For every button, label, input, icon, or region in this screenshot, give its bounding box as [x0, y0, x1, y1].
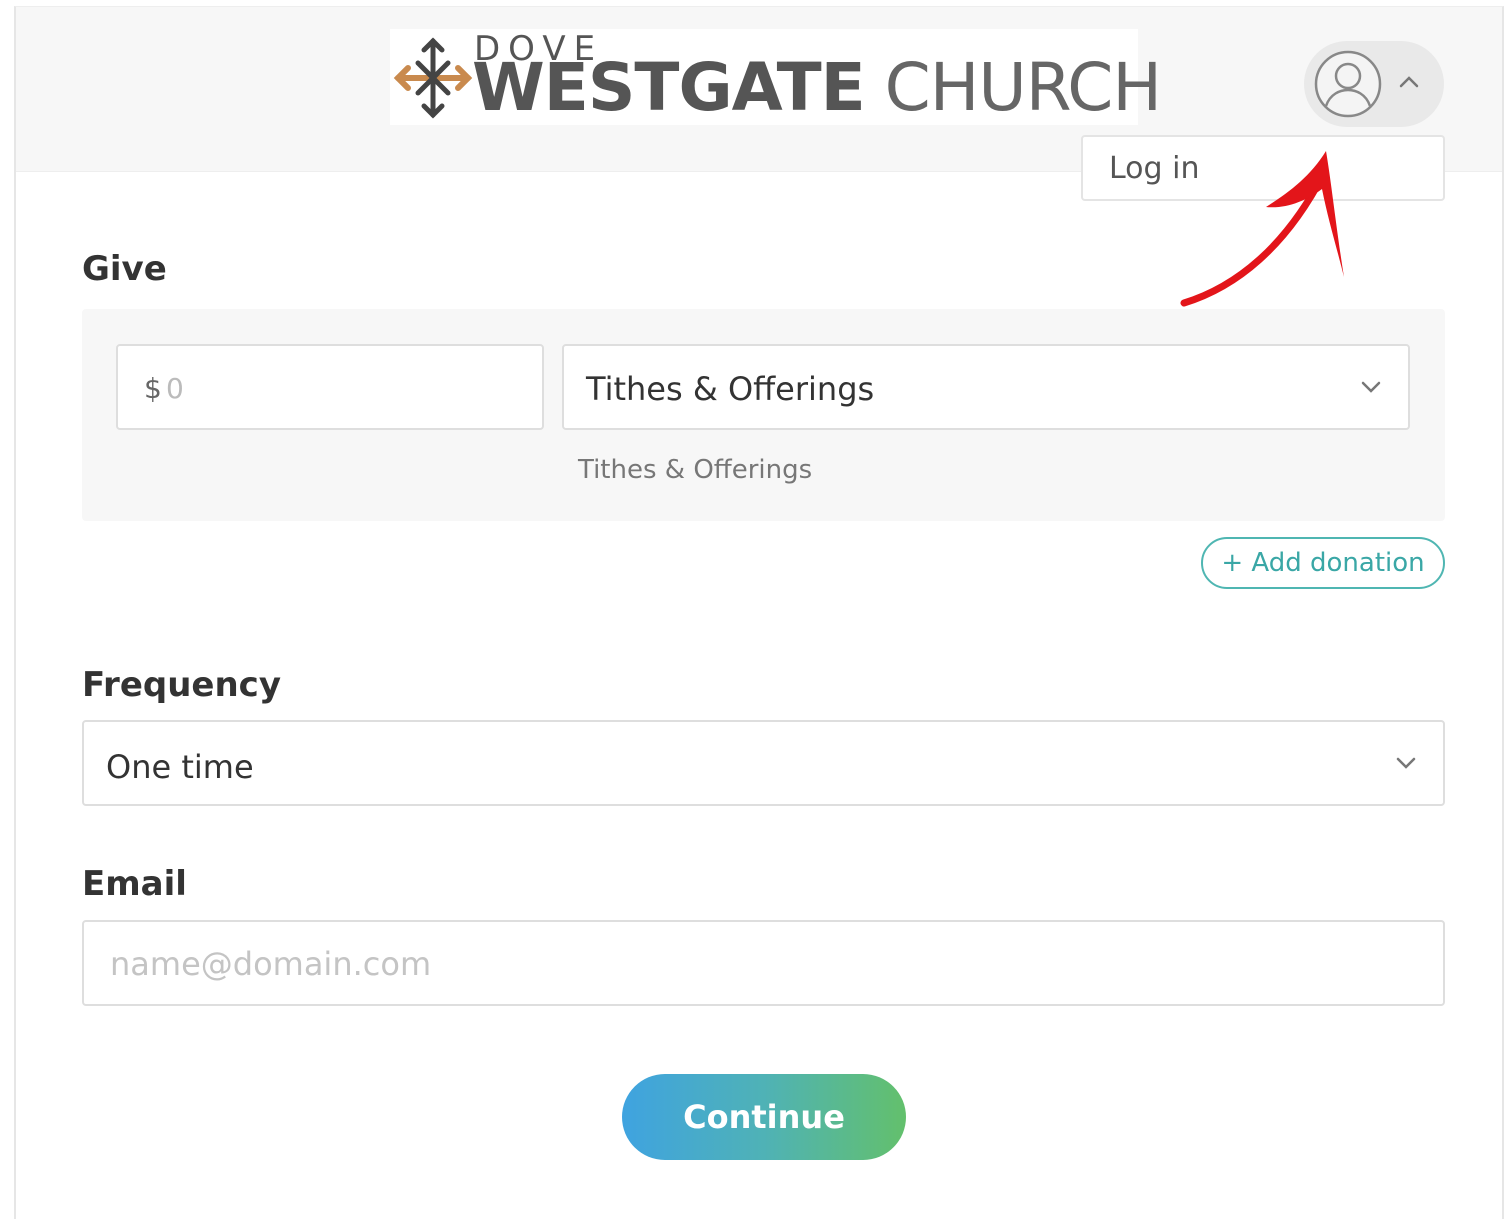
frequency-select[interactable]: One time [82, 720, 1445, 806]
currency-symbol: $ [144, 372, 162, 405]
logo-name: WESTGATE CHURCH [472, 55, 1162, 121]
add-donation-button[interactable]: + Add donation [1201, 537, 1445, 589]
email-input[interactable] [110, 942, 1410, 986]
fund-select[interactable]: Tithes & Offerings [562, 344, 1410, 430]
chevron-down-icon [1361, 381, 1381, 393]
user-dropdown-menu: Log in [1081, 135, 1445, 201]
chevron-up-icon [1399, 76, 1419, 88]
user-avatar-icon [1314, 50, 1382, 118]
church-logo[interactable]: DOVE WESTGATE CHURCH [390, 29, 1162, 125]
give-panel: $ Tithes & Offerings Tithes & Offerings [82, 309, 1445, 521]
email-field[interactable] [82, 920, 1445, 1006]
give-title: Give [82, 249, 167, 289]
amount-input[interactable] [166, 366, 526, 410]
login-menu-item[interactable]: Log in [1109, 151, 1199, 186]
frequency-title: Frequency [82, 665, 282, 705]
chevron-down-icon [1396, 757, 1416, 769]
frequency-selected-value: One time [106, 748, 254, 786]
logo-name-light: CHURCH [884, 49, 1162, 126]
dove-cross-logo-icon [393, 37, 473, 119]
amount-field[interactable]: $ [116, 344, 544, 430]
page-frame: DOVE WESTGATE CHURCH Log in Give $ 0 Tit… [14, 6, 1504, 1219]
fund-caption: Tithes & Offerings [578, 455, 813, 485]
email-title: Email [82, 864, 187, 904]
user-menu-button[interactable] [1304, 41, 1444, 127]
logo-name-bold: WESTGATE [472, 49, 866, 126]
fund-selected-value: Tithes & Offerings [586, 370, 875, 408]
continue-button[interactable]: Continue [622, 1074, 906, 1160]
